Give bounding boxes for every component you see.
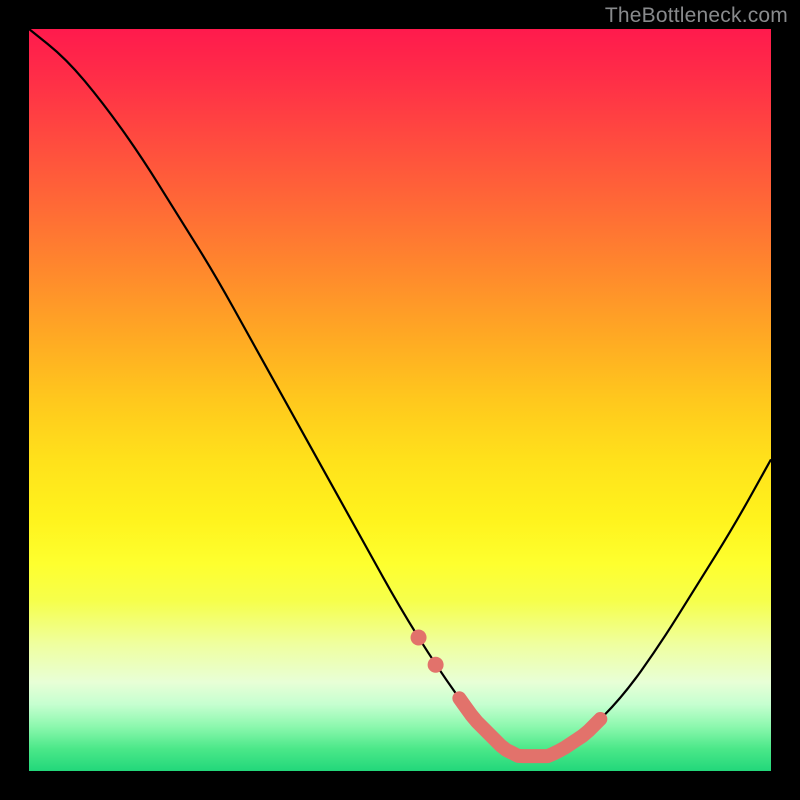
optimal-range-highlight xyxy=(459,698,600,756)
chart-svg xyxy=(29,29,771,771)
attribution-text: TheBottleneck.com xyxy=(605,4,788,28)
plot-area xyxy=(29,29,771,771)
chart-frame: TheBottleneck.com xyxy=(0,0,800,800)
marker-dot-1 xyxy=(411,629,427,645)
bottleneck-curve xyxy=(29,29,771,756)
marker-dot-2 xyxy=(428,657,444,673)
